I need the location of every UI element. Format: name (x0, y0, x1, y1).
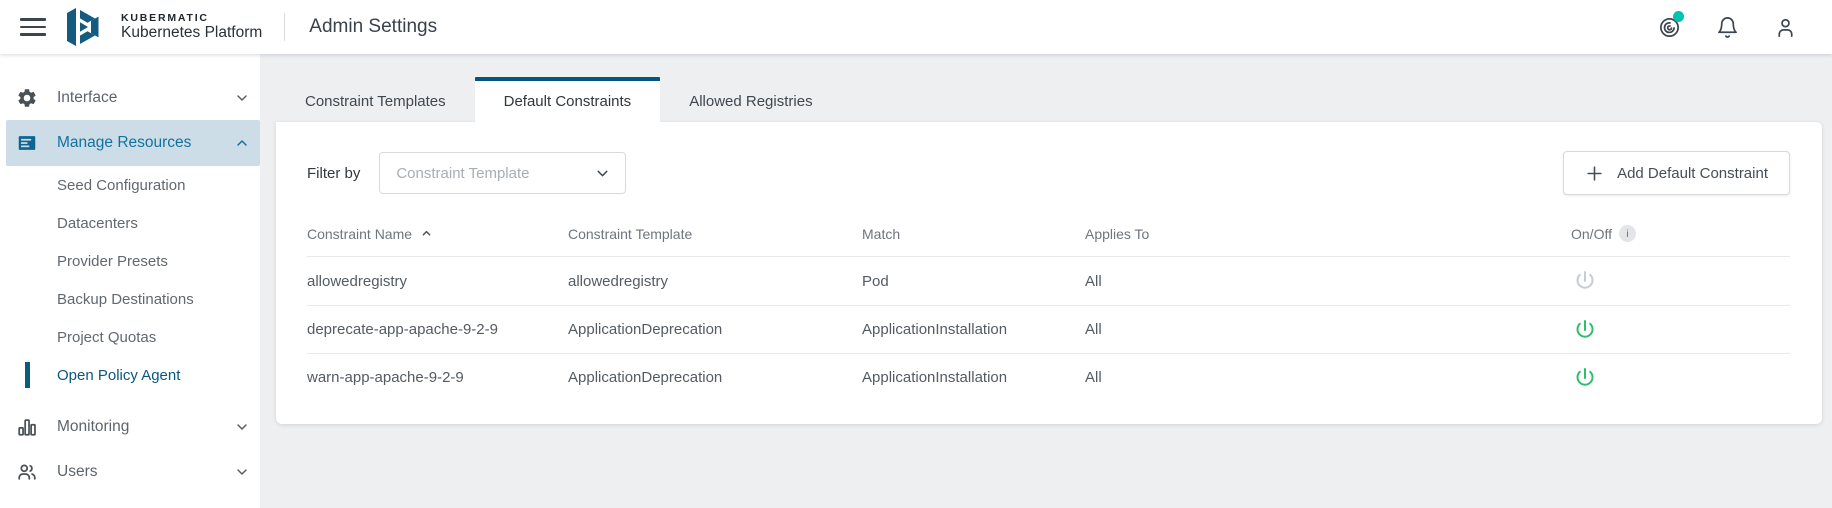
add-default-constraint-button[interactable]: Add Default Constraint (1563, 151, 1790, 195)
sidebar-item-open-policy-agent[interactable]: Open Policy Agent (0, 356, 260, 394)
hamburger-menu-icon[interactable] (20, 18, 46, 36)
add-button-label: Add Default Constraint (1617, 165, 1768, 182)
bell-icon (1716, 16, 1739, 39)
table-row[interactable]: deprecate-app-apache-9-2-9 ApplicationDe… (307, 305, 1790, 353)
changelog-button[interactable] (1652, 10, 1686, 44)
users-icon (16, 461, 38, 483)
filter-placeholder: Constraint Template (396, 165, 529, 182)
column-label: On/Off (1571, 226, 1612, 242)
sidebar-item-label: Project Quotas (57, 329, 156, 346)
sidebar-item-interface[interactable]: Interface (0, 75, 260, 120)
default-constraints-card: Filter by Constraint Template Add Defaul… (276, 122, 1822, 424)
main-content: Constraint Templates Default Constraints… (260, 54, 1832, 508)
sidebar-item-label: Users (57, 463, 97, 481)
column-label: Constraint Template (568, 226, 692, 242)
cell-constraint-template: ApplicationDeprecation (568, 369, 862, 386)
account-button[interactable] (1768, 10, 1802, 44)
topbar-actions (1652, 10, 1802, 44)
tab-default-constraints[interactable]: Default Constraints (475, 77, 661, 122)
brand-text: KUBERMATIC Kubernetes Platform (121, 12, 262, 42)
column-label: Constraint Name (307, 226, 412, 242)
chevron-up-icon (234, 135, 250, 151)
notification-dot (1673, 11, 1684, 22)
cell-constraint-name: allowedregistry (307, 273, 568, 290)
column-header-on-off[interactable]: On/Off i (1571, 225, 1790, 242)
tab-label: Constraint Templates (305, 93, 446, 110)
table-row[interactable]: allowedregistry allowedregistry Pod All (307, 257, 1790, 305)
cell-applies-to: All (1085, 273, 1571, 290)
title-divider (284, 13, 285, 41)
sidebar-item-label: Datacenters (57, 215, 138, 232)
column-header-match[interactable]: Match (862, 226, 1085, 242)
chevron-down-icon (234, 90, 250, 106)
sidebar-item-datacenters[interactable]: Datacenters (0, 204, 260, 242)
column-label: Applies To (1085, 226, 1149, 242)
column-header-constraint-name[interactable]: Constraint Name (307, 226, 568, 242)
brand-name: KUBERMATIC (121, 12, 262, 24)
power-toggle-icon[interactable] (1573, 366, 1597, 390)
sidebar-item-label: Monitoring (57, 418, 129, 436)
notifications-button[interactable] (1710, 10, 1744, 44)
sidebar-item-label: Interface (57, 89, 117, 107)
cell-applies-to: All (1085, 321, 1571, 338)
sidebar-item-users[interactable]: Users (0, 449, 260, 494)
power-toggle-icon[interactable] (1573, 269, 1597, 293)
filter-by-label: Filter by (307, 165, 360, 182)
cell-match: ApplicationInstallation (862, 321, 1085, 338)
user-icon (1774, 16, 1797, 39)
brand-subtitle: Kubernetes Platform (121, 24, 262, 42)
chevron-down-icon (594, 165, 611, 182)
column-header-applies-to[interactable]: Applies To (1085, 226, 1571, 242)
kubermatic-logo: KUBERMATIC Kubernetes Platform (66, 7, 262, 47)
cell-match: ApplicationInstallation (862, 369, 1085, 386)
chevron-down-icon (234, 419, 250, 435)
sidebar-item-label: Seed Configuration (57, 177, 185, 194)
sidebar-item-label: Provider Presets (57, 253, 168, 270)
sidebar-item-manage-resources[interactable]: Manage Resources (6, 120, 260, 166)
kubermatic-logo-icon (66, 7, 112, 47)
tab-constraint-templates[interactable]: Constraint Templates (276, 77, 475, 122)
sidebar-item-seed-configuration[interactable]: Seed Configuration (0, 166, 260, 204)
sidebar-item-project-quotas[interactable]: Project Quotas (0, 318, 260, 356)
sidebar-item-label: Manage Resources (57, 134, 191, 152)
sidebar-item-backup-destinations[interactable]: Backup Destinations (0, 280, 260, 318)
column-label: Match (862, 226, 900, 242)
table-row[interactable]: warn-app-apache-9-2-9 ApplicationDepreca… (307, 353, 1790, 401)
sidebar-spacer (0, 394, 260, 404)
tab-label: Allowed Registries (689, 93, 812, 110)
plus-icon (1585, 164, 1604, 183)
page-title: Admin Settings (309, 16, 437, 38)
cell-constraint-template: allowedregistry (568, 273, 862, 290)
toolbar: Filter by Constraint Template Add Defaul… (307, 122, 1790, 195)
sidebar-item-provider-presets[interactable]: Provider Presets (0, 242, 260, 280)
topbar: KUBERMATIC Kubernetes Platform Admin Set… (0, 0, 1832, 54)
bar-chart-icon (16, 416, 38, 438)
table-header-row: Constraint Name Constraint Template Matc… (307, 211, 1790, 257)
cell-match: Pod (862, 273, 1085, 290)
tab-bar: Constraint Templates Default Constraints… (276, 77, 1832, 122)
info-icon[interactable]: i (1619, 225, 1636, 242)
cell-constraint-name: deprecate-app-apache-9-2-9 (307, 321, 568, 338)
cell-constraint-name: warn-app-apache-9-2-9 (307, 369, 568, 386)
power-toggle-icon[interactable] (1573, 318, 1597, 342)
constraint-template-filter-select[interactable]: Constraint Template (379, 152, 626, 194)
chevron-down-icon (234, 464, 250, 480)
sidebar-item-monitoring[interactable]: Monitoring (0, 404, 260, 449)
cell-constraint-template: ApplicationDeprecation (568, 321, 862, 338)
sidebar-item-label: Backup Destinations (57, 291, 194, 308)
tab-label: Default Constraints (504, 93, 632, 110)
gear-icon (16, 87, 38, 109)
sidebar: Interface Manage Resources Seed Configur… (0, 54, 260, 508)
sidebar-item-label: Open Policy Agent (57, 367, 180, 384)
tab-allowed-registries[interactable]: Allowed Registries (660, 77, 841, 122)
sort-ascending-icon (419, 226, 434, 241)
manage-resources-icon (16, 132, 38, 154)
cell-applies-to: All (1085, 369, 1571, 386)
column-header-constraint-template[interactable]: Constraint Template (568, 226, 862, 242)
